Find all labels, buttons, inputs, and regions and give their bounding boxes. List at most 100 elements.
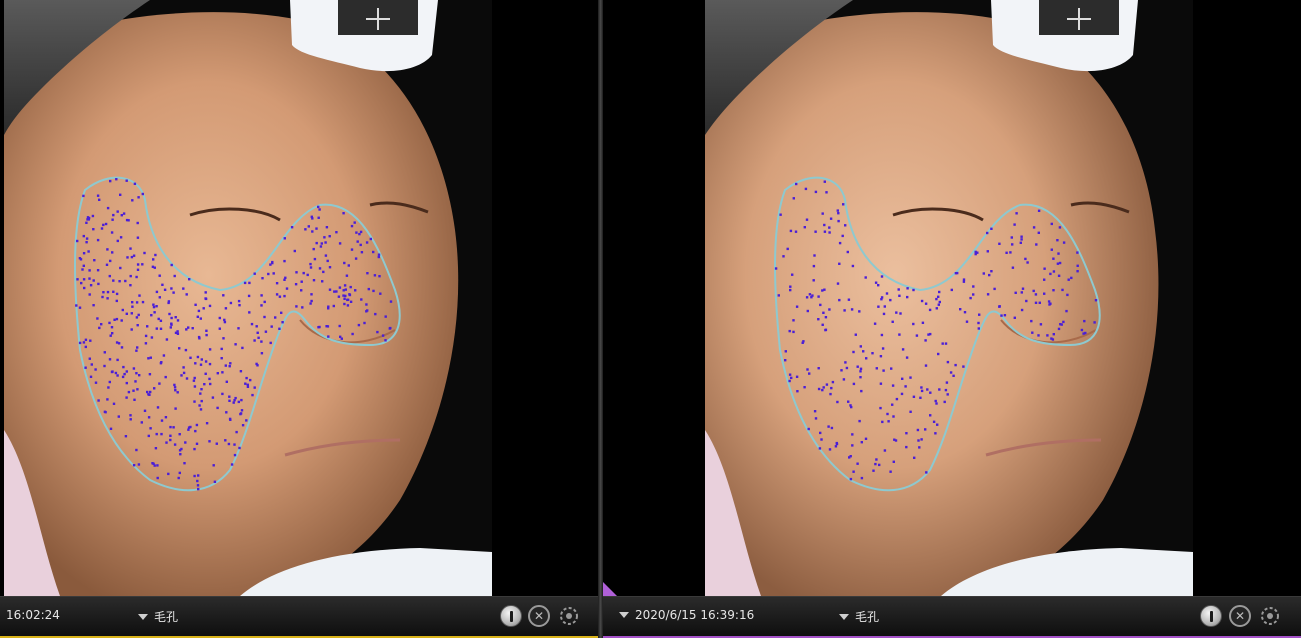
pore-marker	[162, 354, 166, 357]
pore-marker	[1065, 309, 1068, 313]
pore-marker	[180, 374, 183, 377]
pore-marker	[929, 391, 932, 394]
pore-marker	[369, 237, 372, 241]
pore-marker	[136, 388, 139, 391]
pore-marker	[204, 291, 207, 294]
pore-marker	[860, 389, 863, 393]
pore-marker	[946, 360, 950, 364]
pore-marker	[147, 393, 150, 396]
pore-marker	[898, 333, 901, 336]
pore-marker	[1066, 293, 1069, 297]
pore-marker	[342, 289, 345, 292]
pore-marker	[965, 320, 969, 323]
pore-marker	[788, 379, 791, 383]
pore-marker	[1076, 264, 1079, 267]
pore-marker	[337, 295, 341, 298]
pore-marker	[865, 357, 868, 360]
face-image-viewport-left[interactable]	[0, 0, 598, 596]
pore-marker	[283, 278, 286, 281]
pore-marker	[281, 321, 284, 324]
info-button[interactable]	[500, 605, 522, 627]
pore-marker	[115, 299, 118, 303]
pore-marker	[240, 398, 243, 402]
active-panel-indicator	[603, 582, 617, 596]
info-button[interactable]	[1200, 605, 1222, 627]
pore-marker	[82, 234, 85, 238]
pore-marker	[115, 292, 119, 296]
pore-marker	[823, 288, 826, 291]
pore-marker	[926, 388, 929, 391]
analysis-mode-dropdown[interactable]: 毛孔	[138, 608, 178, 625]
timestamp-dropdown[interactable]: 2020/6/15 16:39:16	[619, 608, 754, 622]
pore-marker	[803, 386, 806, 389]
pore-marker	[905, 445, 908, 449]
pore-marker	[1093, 321, 1096, 324]
panel-toolbar-right: 2020/6/15 16:39:16 毛孔 ✕	[603, 596, 1301, 638]
pore-marker	[106, 290, 110, 294]
pore-marker	[230, 463, 234, 466]
pore-marker	[862, 350, 865, 353]
pore-marker	[1083, 319, 1086, 323]
pore-marker	[100, 227, 104, 230]
pore-marker	[1011, 266, 1015, 269]
pore-marker	[255, 325, 258, 328]
pore-marker	[96, 238, 100, 242]
pore-marker	[1048, 303, 1051, 306]
settings-icon	[1261, 607, 1279, 625]
pore-marker	[194, 429, 197, 433]
pore-marker	[136, 263, 140, 266]
pore-marker	[1019, 241, 1022, 244]
pore-marker	[838, 241, 842, 245]
pore-marker	[270, 325, 273, 328]
pore-marker	[200, 399, 203, 403]
pore-marker	[873, 322, 877, 325]
pore-marker	[199, 363, 203, 366]
pore-marker	[125, 370, 128, 373]
pore-marker	[263, 300, 266, 304]
pore-marker	[924, 428, 927, 431]
face-image-viewport-right[interactable]	[603, 0, 1301, 596]
settings-button[interactable]	[1259, 605, 1281, 627]
pore-marker	[290, 226, 294, 229]
pore-marker	[248, 311, 251, 314]
pore-marker	[255, 362, 258, 366]
pore-marker	[104, 411, 107, 414]
pore-marker	[1052, 257, 1055, 260]
pore-marker	[149, 390, 152, 394]
pore-marker	[998, 242, 1001, 245]
pore-marker	[82, 341, 86, 344]
pore-marker	[1094, 299, 1098, 302]
pore-marker	[986, 231, 989, 235]
chevron-down-icon	[138, 613, 148, 620]
pore-marker	[937, 295, 940, 298]
analysis-mode-dropdown[interactable]: 毛孔	[839, 608, 879, 625]
pore-marker	[349, 300, 353, 303]
pore-marker	[122, 212, 126, 215]
pore-marker	[821, 323, 824, 326]
pore-marker	[849, 455, 852, 458]
pore-marker	[972, 293, 975, 296]
close-button[interactable]: ✕	[528, 605, 550, 627]
pore-marker	[124, 279, 127, 283]
pore-marker	[135, 275, 138, 279]
pore-marker	[982, 272, 985, 275]
pore-marker	[814, 417, 818, 420]
close-button[interactable]: ✕	[1229, 605, 1251, 627]
pore-marker	[915, 334, 919, 337]
pore-marker	[132, 389, 135, 392]
pore-marker	[157, 317, 160, 321]
pore-marker	[883, 305, 886, 308]
pore-marker	[197, 487, 200, 491]
pore-marker	[962, 280, 966, 283]
pore-marker	[283, 259, 286, 263]
pore-marker	[372, 250, 375, 254]
pore-marker	[894, 439, 898, 442]
pore-marker	[950, 288, 953, 292]
pore-marker	[831, 380, 835, 384]
pore-marker	[153, 387, 156, 390]
pore-marker	[295, 271, 298, 274]
pore-marker	[116, 239, 119, 243]
pore-marker	[260, 294, 263, 297]
pore-marker	[1026, 261, 1029, 264]
settings-button[interactable]	[558, 605, 580, 627]
